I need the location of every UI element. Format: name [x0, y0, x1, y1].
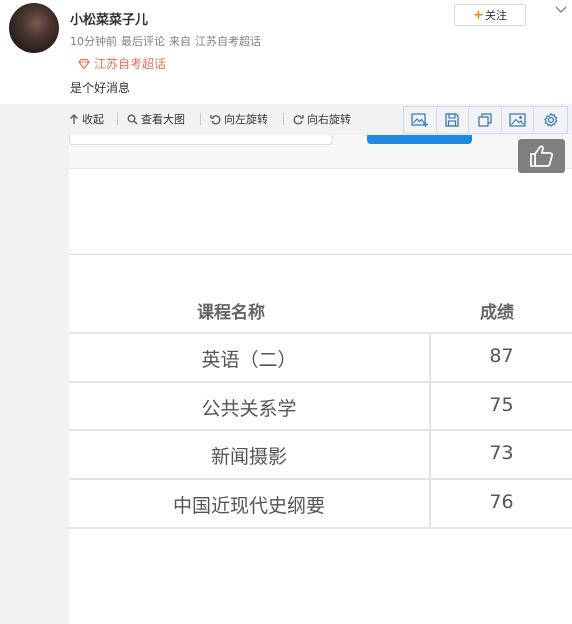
toolbar-divider: [117, 113, 118, 125]
table-cell-score: 87: [489, 345, 514, 367]
rotate-right-icon: [293, 114, 304, 124]
table-rule: [69, 527, 572, 529]
gear-icon: [543, 112, 558, 127]
post-image[interactable]: 课程名称 成绩 英语（二） 87 公共关系学 75 新闻摄影 73 中国近现代史…: [69, 135, 572, 624]
avatar[interactable]: [9, 3, 59, 53]
add-image-icon: [411, 113, 428, 127]
save-button[interactable]: [437, 107, 470, 133]
source-link[interactable]: 江苏自考超话: [195, 35, 261, 48]
settings-button[interactable]: [534, 107, 567, 133]
follow-button[interactable]: + 关注: [454, 4, 526, 26]
image-divider: [69, 254, 572, 255]
diamond-icon: [78, 58, 90, 69]
image-top-strip: [69, 135, 572, 169]
post-meta: 10分钟前 最后评论 来自 江苏自考超话: [70, 33, 265, 49]
add-image-button[interactable]: [404, 107, 437, 133]
table-cell-score: 73: [489, 442, 514, 464]
rotate-right-label: 向右旋转: [307, 113, 351, 126]
table-cell-score: 76: [489, 491, 514, 513]
rotate-right-button[interactable]: 向右旋转: [293, 111, 351, 127]
post-header: 小松菜菜子儿 10分钟前 最后评论 来自 江苏自考超话 江苏自考超话 是个好消息 + …: [0, 0, 572, 104]
plus-icon: +: [473, 7, 484, 23]
rotate-left-icon: [210, 114, 221, 124]
rotate-left-label: 向左旋转: [224, 113, 268, 126]
table-cell-course: 英语（二）: [201, 349, 297, 371]
left-gutter: [0, 104, 69, 624]
table-cell-course: 中国近现代史纲要: [172, 495, 325, 517]
like-button[interactable]: [518, 139, 565, 173]
header-score: 成绩: [480, 303, 514, 323]
view-large-button[interactable]: 查看大图: [127, 111, 185, 127]
image-action-icons: [403, 106, 568, 134]
chevron-down-icon[interactable]: [554, 3, 568, 17]
post-text: 是个好消息: [70, 81, 131, 95]
collapse-label: 收起: [82, 113, 104, 126]
table-cell-course: 新闻摄影: [210, 446, 287, 468]
image-view-button[interactable]: [502, 107, 535, 133]
table-rule: [69, 381, 572, 383]
collapse-button[interactable]: 收起: [69, 111, 104, 127]
table-rule: [69, 478, 572, 480]
image-icon: [509, 113, 526, 127]
table-rule: [69, 429, 572, 431]
follow-label: 关注: [484, 9, 507, 22]
save-icon: [445, 113, 460, 127]
view-large-label: 查看大图: [141, 113, 185, 126]
thumbs-up-icon: [529, 145, 553, 167]
post-time[interactable]: 10分钟前: [70, 35, 117, 48]
post-meta-tag: 最后评论: [121, 35, 165, 48]
table-cell-course: 公共关系学: [201, 398, 297, 420]
table-rule: [69, 332, 572, 334]
header-course: 课程名称: [197, 303, 265, 323]
toolbar-divider: [200, 113, 201, 125]
copy-icon: [478, 113, 492, 127]
source-prefix: 来自: [169, 35, 191, 48]
copy-button[interactable]: [469, 107, 502, 133]
table-cell-score: 75: [489, 394, 514, 416]
arrow-up-icon: [70, 113, 78, 124]
username[interactable]: 小松菜菜子儿: [70, 9, 148, 28]
supertopic-link[interactable]: 江苏自考超话: [78, 55, 166, 72]
supertopic-label: 江苏自考超话: [94, 57, 167, 71]
rotate-left-button[interactable]: 向左旋转: [210, 111, 268, 127]
search-icon: [127, 114, 138, 124]
toolbar-divider: [283, 113, 284, 125]
image-input-shape: [69, 135, 333, 145]
image-blue-button: [367, 135, 472, 144]
